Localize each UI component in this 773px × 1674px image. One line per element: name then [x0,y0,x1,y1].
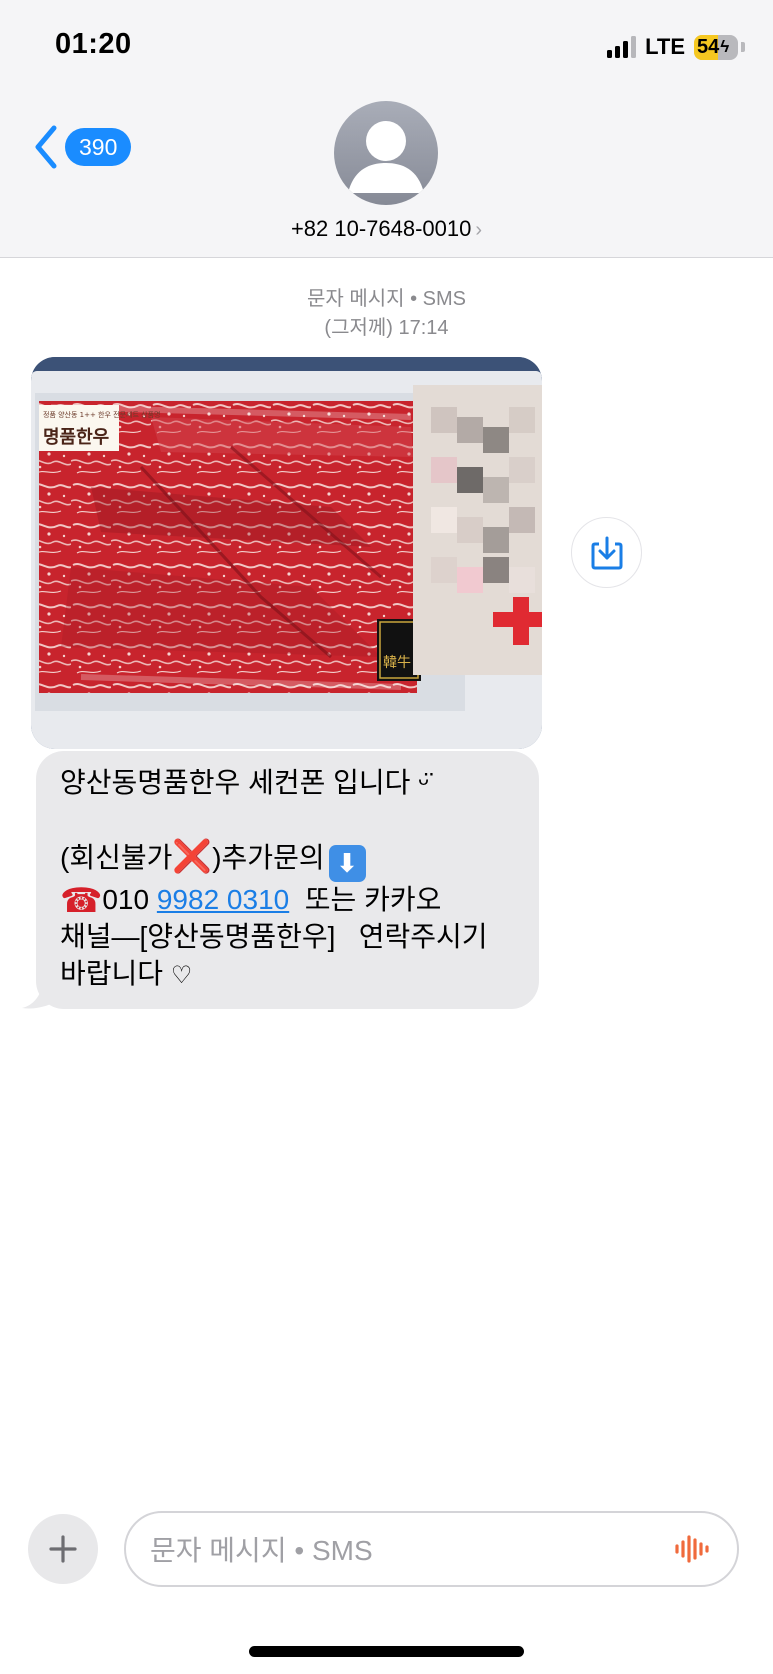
cross-mark-icon: ❌ [172,838,213,874]
message-input[interactable]: 문자 메시지 • SMS [124,1511,739,1587]
cellular-signal-icon [607,36,637,58]
message-line-4: ☎010 9982 0310 또는 카카오 [60,882,517,920]
message-input-placeholder: 문자 메시지 • SMS [150,1535,373,1566]
contact-number: +82 10-7648-0010 [290,216,472,241]
telephone-icon: ☎ [60,881,103,920]
heart-icon: ♡ [170,961,193,989]
message-meta: 문자 메시지 • SMS (그저께) 17:14 [0,285,773,343]
battery-percent: 54 [697,35,720,58]
contact-name-button[interactable]: +82 10-7648-0010 › [0,216,773,242]
hanwoo-badge-text: 韓牛 [383,655,411,671]
plus-icon [49,1535,77,1563]
conversation-header: 01:20 LTE 54 ϟ 390 +82 10-7648-0010 › [0,0,773,258]
status-time: 01:20 [55,28,132,60]
audio-waveform-icon[interactable] [673,1533,713,1565]
battery-icon: 54 ϟ [694,34,738,60]
apps-plus-button[interactable] [28,1514,98,1584]
save-image-button[interactable] [571,517,642,588]
battery-cap [741,42,745,52]
channel-label: 문자 메시지 • SMS [306,288,466,310]
home-indicator [249,1646,524,1657]
blurred-region [413,385,542,675]
label-small-text: 정품 양산동 1++ 한우 전문세트 상품명 [43,410,160,419]
unread-count-badge: 390 [65,128,132,166]
label-box-text: 명품한우 [43,427,109,448]
message-image[interactable]: 정품 양산동 1++ 한우 전문세트 상품명 명품한우 韓牛 [31,357,542,749]
message-text-segment: 바랍니다 [60,957,164,989]
chevron-right-icon: › [475,219,483,241]
message-timestamp: (그저께) 17:14 [324,317,449,339]
charging-bolt-icon: ϟ [720,37,730,56]
message-text-segment: 또는 카카오 [289,883,442,915]
back-chevron-icon [35,125,57,169]
save-to-photos-icon [591,536,622,569]
message-line-5: 채널—[양산동명품한우] 연락주시기 [60,921,488,953]
message-line-6: 바랍니다 ♡ [60,956,517,995]
message-text-segment: 010 [102,883,157,915]
back-button[interactable]: 390 [32,124,132,170]
message-line-1: 양산동명품한우 세컨폰 입니다 ᵕ̈ [60,767,429,798]
avatar-icon [348,121,424,193]
contact-avatar[interactable] [334,101,438,205]
phone-number-link[interactable]: 9982 0310 [157,884,289,915]
message-text-segment: )추가문의 [212,842,325,873]
message-bubble[interactable]: 양산동명품한우 세컨폰 입니다 ᵕ̈ (회신불가❌)추가문의 ⬇ ☎010 998… [36,751,539,1009]
beef-photo: 정품 양산동 1++ 한우 전문세트 상품명 명품한우 韓牛 [31,357,542,749]
message-text-segment: (회신불가 [60,842,173,873]
down-arrow-icon: ⬇ [328,844,366,882]
network-type: LTE [645,34,685,59]
message-line-3: (회신불가❌)추가문의 ⬇ [60,838,517,882]
status-indicators: LTE 54 ϟ [607,34,745,60]
